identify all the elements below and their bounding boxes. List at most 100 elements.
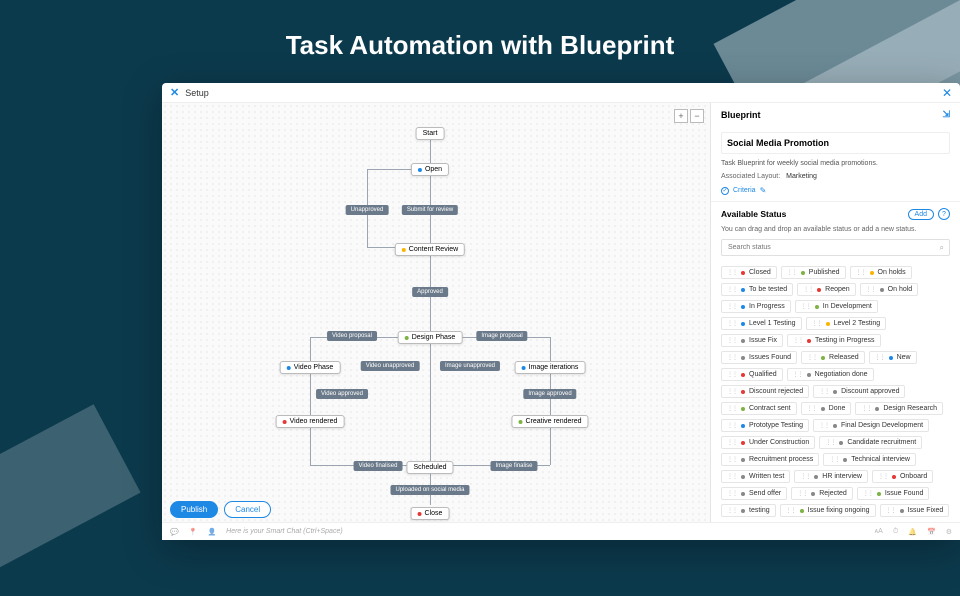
status-chip[interactable]: ⋮⋮Send offer [721,487,787,500]
drag-handle-icon[interactable]: ⋮⋮ [801,303,811,310]
status-chip[interactable]: ⋮⋮On hold [860,283,919,296]
edge-label[interactable]: Uploaded on social media [390,485,469,495]
edge-label[interactable]: Video unapproved [361,361,420,371]
drag-handle-icon[interactable]: ⋮⋮ [829,456,839,463]
drag-handle-icon[interactable]: ⋮⋮ [866,286,876,293]
drag-handle-icon[interactable]: ⋮⋮ [797,490,807,497]
status-chip[interactable]: ⋮⋮Done [801,402,852,415]
search-status-input[interactable] [721,239,950,256]
status-chip[interactable]: ⋮⋮In Development [795,300,878,313]
drag-handle-icon[interactable]: ⋮⋮ [727,286,737,293]
drag-handle-icon[interactable]: ⋮⋮ [787,269,797,276]
status-chip[interactable]: ⋮⋮Onboard [872,470,933,483]
status-chip[interactable]: ⋮⋮Candidate recruitment [819,436,922,449]
status-chip[interactable]: ⋮⋮HR interview [794,470,868,483]
edge-label[interactable]: Image approved [523,389,576,399]
drag-handle-icon[interactable]: ⋮⋮ [727,422,737,429]
node-start[interactable]: Start [416,127,445,140]
help-icon[interactable]: ? [938,208,950,220]
status-chip[interactable]: ⋮⋮Level 1 Testing [721,317,802,330]
drag-handle-icon[interactable]: ⋮⋮ [878,473,888,480]
settings-icon[interactable]: ⚙ [946,528,952,536]
status-chip[interactable]: ⋮⋮Level 2 Testing [806,317,887,330]
edge-label[interactable]: Approved [412,287,448,297]
status-chip[interactable]: ⋮⋮Prototype Testing [721,419,809,432]
drag-handle-icon[interactable]: ⋮⋮ [863,490,873,497]
status-chip[interactable]: ⋮⋮Recruitment process [721,453,819,466]
status-chip[interactable]: ⋮⋮Discount rejected [721,385,809,398]
status-chip[interactable]: ⋮⋮On holds [850,266,912,279]
status-chip[interactable]: ⋮⋮Released [801,351,865,364]
close-icon[interactable]: ✕ [942,86,952,100]
text-icon[interactable]: ᴀA [875,528,883,535]
status-chip[interactable]: ⋮⋮Issue Fix [721,334,783,347]
criteria-link[interactable]: ✓ Criteria ✎ [721,186,950,195]
status-chip[interactable]: ⋮⋮Issue Fixed [880,504,950,517]
drag-handle-icon[interactable]: ⋮⋮ [727,320,737,327]
status-chip[interactable]: ⋮⋮Issue fixing ongoing [780,504,876,517]
pin-icon[interactable]: 📍 [189,528,198,536]
status-chip[interactable]: ⋮⋮Discount approved [813,385,905,398]
drag-handle-icon[interactable]: ⋮⋮ [861,405,871,412]
status-chip[interactable]: ⋮⋮Published [781,266,846,279]
drag-handle-icon[interactable]: ⋮⋮ [727,473,737,480]
add-status-button[interactable]: Add [908,209,934,220]
status-chip[interactable]: ⋮⋮Negotiation done [787,368,874,381]
status-chip[interactable]: ⋮⋮Written test [721,470,790,483]
drag-handle-icon[interactable]: ⋮⋮ [819,388,829,395]
status-chip[interactable]: ⋮⋮Reopen [797,283,856,296]
drag-handle-icon[interactable]: ⋮⋮ [727,354,737,361]
calendar-icon[interactable]: 📅 [927,528,936,536]
edit-icon[interactable]: ✎ [760,186,767,195]
drag-handle-icon[interactable]: ⋮⋮ [803,286,813,293]
drag-handle-icon[interactable]: ⋮⋮ [793,371,803,378]
status-chip[interactable]: ⋮⋮To be tested [721,283,793,296]
node-content_review[interactable]: Content Review [395,243,465,256]
edge-label[interactable]: Video finalised [354,461,403,471]
status-chip[interactable]: ⋮⋮In Progress [721,300,791,313]
node-scheduled[interactable]: Scheduled [406,461,453,474]
drag-handle-icon[interactable]: ⋮⋮ [886,507,896,514]
blueprint-canvas[interactable]: + − Publish Cancel StartOpenContent Revi… [162,103,710,522]
edge-label[interactable]: Unapproved [346,205,389,215]
node-video_rendered[interactable]: Video rendered [276,415,345,428]
status-chip[interactable]: ⋮⋮Rejected [791,487,853,500]
status-chip[interactable]: ⋮⋮Final Design Development [813,419,929,432]
status-chip[interactable]: ⋮⋮Testing in Progress [787,334,881,347]
drag-handle-icon[interactable]: ⋮⋮ [812,320,822,327]
status-chip[interactable]: ⋮⋮Contract sent [721,402,797,415]
bell-icon[interactable]: 🔔 [908,528,917,536]
drag-handle-icon[interactable]: ⋮⋮ [727,490,737,497]
node-creative_rendered[interactable]: Creative rendered [511,415,588,428]
edge-label[interactable]: Image proposal [476,331,527,341]
drag-handle-icon[interactable]: ⋮⋮ [793,337,803,344]
drag-handle-icon[interactable]: ⋮⋮ [727,456,737,463]
status-chip[interactable]: ⋮⋮Design Research [855,402,943,415]
status-chip[interactable]: ⋮⋮testing [721,504,776,517]
status-chip[interactable]: ⋮⋮Under Construction [721,436,815,449]
drag-handle-icon[interactable]: ⋮⋮ [727,507,737,514]
node-image_iterations[interactable]: Image iterations [515,361,586,374]
status-chip[interactable]: ⋮⋮Qualified [721,368,783,381]
timer-icon[interactable]: ⏱ [893,528,898,536]
drag-handle-icon[interactable]: ⋮⋮ [727,439,737,446]
drag-handle-icon[interactable]: ⋮⋮ [727,337,737,344]
drag-handle-icon[interactable]: ⋮⋮ [727,388,737,395]
drag-handle-icon[interactable]: ⋮⋮ [727,371,737,378]
edge-label[interactable]: Image unapproved [440,361,500,371]
status-chip[interactable]: ⋮⋮Issues Found [721,351,797,364]
publish-button[interactable]: Publish [170,501,218,518]
edge-label[interactable]: Video approved [316,389,368,399]
edge-label[interactable]: Video proposal [327,331,377,341]
node-open[interactable]: Open [411,163,449,176]
drag-handle-icon[interactable]: ⋮⋮ [727,405,737,412]
status-chip[interactable]: ⋮⋮Closed [721,266,777,279]
status-chip[interactable]: ⋮⋮New [869,351,917,364]
blueprint-name-input[interactable] [721,132,950,154]
drag-handle-icon[interactable]: ⋮⋮ [727,269,737,276]
export-icon[interactable]: ⇲ [942,109,950,120]
status-chip[interactable]: ⋮⋮Issue Found [857,487,930,500]
chat-icon[interactable]: 💬 [170,528,179,536]
edge-label[interactable]: Image finalise [490,461,537,471]
user-icon[interactable]: 👤 [207,528,216,536]
